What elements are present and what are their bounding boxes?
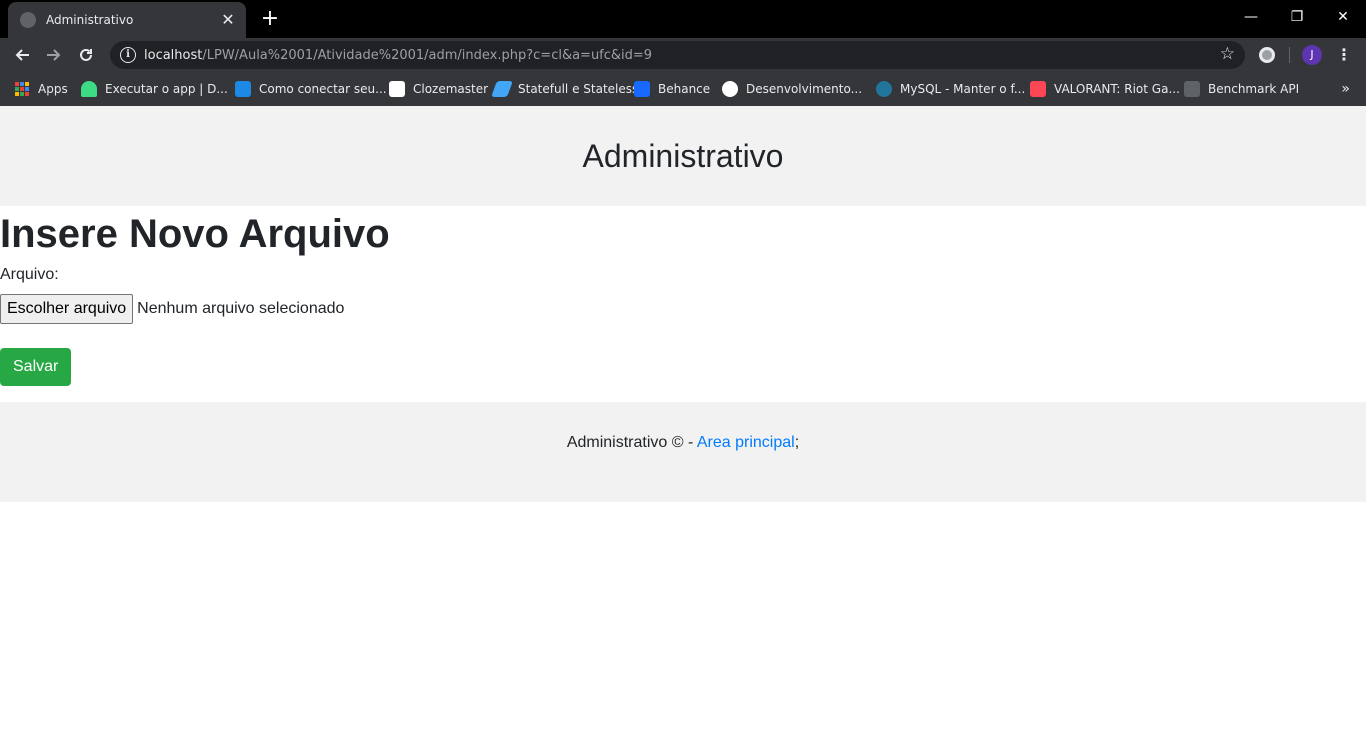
bookmark-star-icon[interactable]: ☆ — [1220, 46, 1235, 63]
globe-favicon-icon — [20, 12, 36, 28]
wordpress-icon — [876, 81, 892, 97]
bookmark-label: VALORANT: Riot Ga... — [1054, 82, 1180, 96]
back-button[interactable] — [6, 39, 38, 71]
footer-suffix: ; — [794, 434, 800, 451]
valorant-icon — [1030, 81, 1046, 97]
bookmark-label: Desenvolvimento... — [746, 82, 863, 96]
globe-icon — [722, 81, 738, 97]
bookmark-item[interactable]: MySQL - Manter o f... — [876, 72, 1025, 106]
url-path: /LPW/Aula%2001/Atividade%2001/adm/index.… — [202, 47, 653, 63]
browser-titlebar: Administrativo ✕ + — ❐ ✕ — [0, 0, 1366, 38]
main-form-section: Insere Novo Arquivo Arquivo: Escolher ar… — [0, 206, 1366, 386]
reload-button[interactable] — [70, 39, 102, 71]
behance-icon — [634, 81, 650, 97]
header-title: Administrativo — [582, 137, 784, 174]
bookmark-label: Executar o app | D... — [105, 82, 228, 96]
bookmark-label: Apps — [38, 82, 68, 96]
new-tab-button[interactable]: + — [258, 7, 282, 31]
toolbar-divider — [1289, 47, 1290, 63]
file-label: Arquivo: — [0, 266, 59, 283]
browser-toolbar: i localhost/LPW/Aula%2001/Atividade%2001… — [0, 38, 1366, 72]
forward-arrow-icon — [47, 49, 61, 61]
bookmark-item[interactable]: Como conectar seu... — [235, 72, 387, 106]
bookmarks-overflow-icon[interactable]: » — [1341, 72, 1350, 106]
restore-button[interactable]: ❐ — [1274, 0, 1320, 34]
forward-button[interactable] — [38, 39, 70, 71]
bookmark-item[interactable]: Clozemaster — [389, 72, 488, 106]
browser-menu-icon[interactable]: ⋮ — [1336, 45, 1352, 65]
bookmarks-bar: Apps Executar o app | D... Como conectar… — [0, 72, 1366, 106]
clozemaster-icon — [389, 81, 405, 97]
footer-text: Administrativo © - Area principal; — [567, 434, 799, 502]
url-host: localhost — [144, 47, 203, 63]
tab-title: Administrativo — [46, 13, 134, 27]
bookmark-item[interactable]: Behance — [634, 72, 710, 106]
bookmark-item[interactable]: Statefull e Stateless — [491, 72, 639, 106]
android-icon — [81, 81, 97, 97]
bookmark-item[interactable]: VALORANT: Riot Ga... — [1030, 72, 1180, 106]
flutter-icon — [491, 81, 513, 97]
page-header: Administrativo — [0, 106, 1366, 206]
bookmark-label: Behance — [658, 82, 711, 96]
bookmark-item[interactable]: Desenvolvimento... — [722, 72, 862, 106]
m-logo-icon — [235, 81, 251, 97]
page-title: Insere Novo Arquivo — [0, 212, 390, 256]
save-button[interactable]: Salvar — [0, 348, 72, 386]
bookmark-label: Como conectar seu... — [259, 82, 387, 96]
minimize-button[interactable]: — — [1228, 0, 1274, 34]
bookmark-label: MySQL - Manter o f... — [900, 82, 1026, 96]
browser-tab[interactable]: Administrativo ✕ — [8, 2, 246, 38]
window-close-button[interactable]: ✕ — [1320, 0, 1366, 34]
profile-avatar[interactable]: J — [1302, 45, 1322, 65]
bookmark-apps[interactable]: Apps — [14, 72, 68, 106]
reload-icon — [80, 48, 92, 61]
footer-prefix: Administrativo © - — [566, 434, 697, 451]
page-footer: Administrativo © - Area principal; — [0, 402, 1366, 502]
bookmark-label: Statefull e Stateless — [518, 82, 639, 96]
bookmark-item[interactable]: Executar o app | D... — [81, 72, 228, 106]
tab-close-icon[interactable]: ✕ — [220, 12, 236, 28]
file-input[interactable]: Escolher arquivo Nenhum arquivo selecion… — [0, 294, 1366, 324]
choose-file-button[interactable]: Escolher arquivo — [0, 294, 134, 324]
address-bar[interactable]: i localhost/LPW/Aula%2001/Atividade%2001… — [110, 41, 1245, 69]
extension-icon[interactable] — [1259, 47, 1275, 63]
bookmark-item[interactable]: Benchmark API — [1184, 72, 1299, 106]
page-content: Administrativo Insere Novo Arquivo Arqui… — [0, 106, 1366, 741]
file-status-text: Nenhum arquivo selecionado — [137, 300, 345, 317]
benchmark-icon — [1184, 81, 1200, 97]
main-area-link[interactable]: Area principal — [697, 434, 795, 451]
apps-grid-icon — [15, 82, 29, 96]
site-info-icon[interactable]: i — [120, 47, 136, 63]
bookmark-label: Clozemaster — [413, 82, 489, 96]
bookmark-label: Benchmark API — [1208, 82, 1300, 96]
back-arrow-icon — [15, 49, 29, 61]
